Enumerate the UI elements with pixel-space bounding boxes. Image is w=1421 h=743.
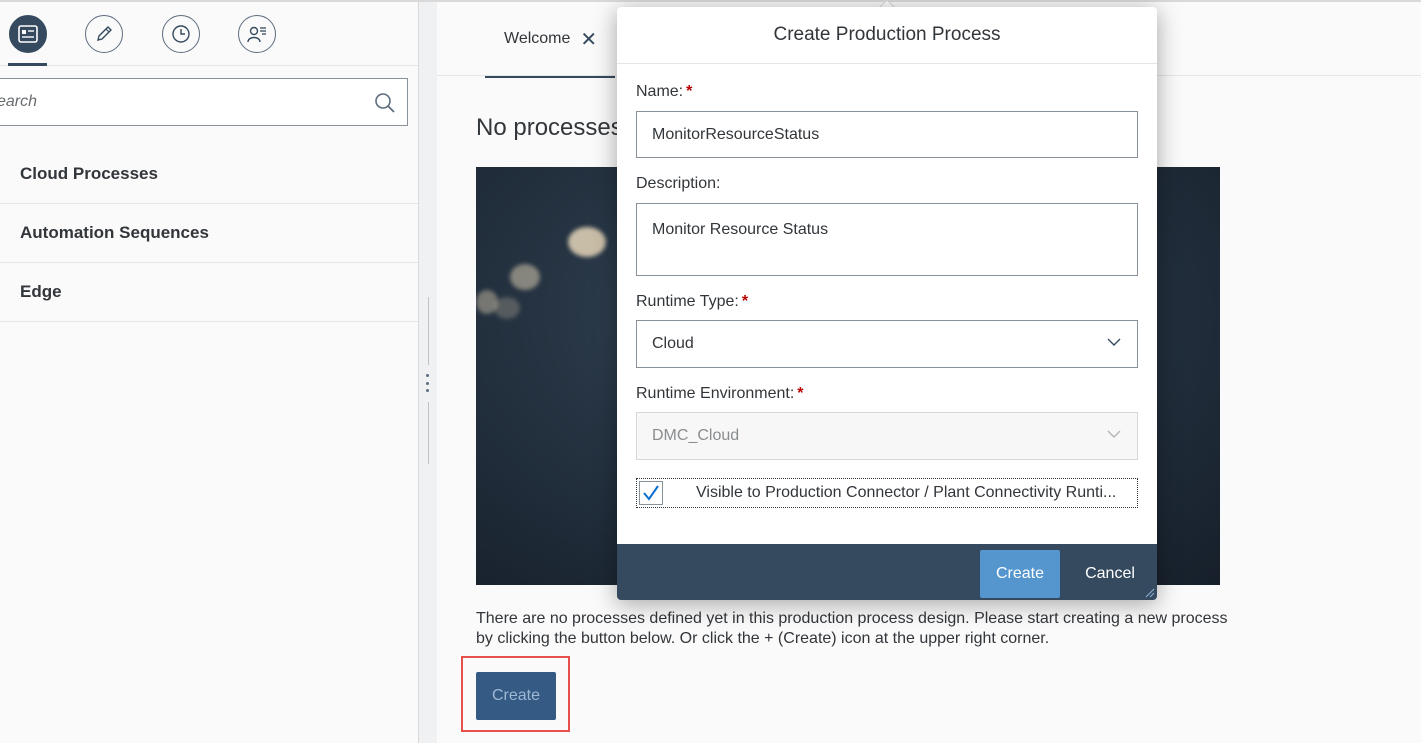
name-field[interactable]: MonitorResourceStatus <box>636 111 1138 158</box>
dialog-title: Create Production Process <box>617 7 1157 64</box>
runtime-env-value: DMC_Cloud <box>652 427 740 444</box>
splitter-bar <box>428 402 429 464</box>
required-marker: * <box>686 83 693 100</box>
name-label-text: Name: <box>636 83 684 100</box>
runtime-environment-select: DMC_Cloud <box>636 412 1138 460</box>
search-field <box>0 78 408 126</box>
dialog-cancel-button[interactable]: Cancel <box>1077 550 1143 598</box>
nav-item-label: Edge <box>20 282 62 301</box>
runtime-type-value: Cloud <box>652 335 694 352</box>
runtime-type-label: Runtime Type: * <box>636 293 748 311</box>
splitter-grip-icon[interactable] <box>426 374 430 392</box>
chevron-down-icon <box>1107 430 1121 438</box>
nav-item-automation-sequences[interactable]: Automation Sequences <box>0 204 418 263</box>
runtime-env-label-text: Runtime Environment: <box>636 385 795 402</box>
search-input[interactable] <box>0 79 359 125</box>
icon-tab-bar <box>0 2 418 66</box>
runtime-environment-label: Runtime Environment: * <box>636 385 804 403</box>
nav-item-edge[interactable]: Edge <box>0 263 418 322</box>
chevron-down-icon[interactable] <box>1107 337 1121 347</box>
user-settings-icon <box>247 26 266 43</box>
runtime-type-label-text: Runtime Type: <box>636 293 739 310</box>
panel-splitter[interactable] <box>418 2 437 743</box>
runtime-type-select[interactable]: Cloud <box>636 320 1138 368</box>
name-label: Name: * <box>636 83 692 101</box>
tab-process-list[interactable] <box>9 15 47 53</box>
checkmark-icon <box>643 485 659 501</box>
active-tab-indicator <box>8 63 47 66</box>
description-value: Monitor Resource Status <box>652 221 829 238</box>
tab-history[interactable] <box>162 15 200 53</box>
visible-to-connector-label: Visible to Production Connector / Plant … <box>696 484 1117 501</box>
highlight-annotation-box <box>461 656 570 732</box>
search-icon <box>375 93 395 113</box>
nav-item-label: Automation Sequences <box>20 223 209 242</box>
resize-handle-icon[interactable] <box>1145 588 1155 598</box>
pencil-icon <box>97 26 112 41</box>
left-panel: Cloud Processes Automation Sequences Edg… <box>0 2 418 743</box>
tab-welcome[interactable]: Welcome ✕ <box>485 2 616 78</box>
page-heading: No processes <box>476 114 623 141</box>
tab-edit[interactable] <box>85 15 123 53</box>
description-label: Description: <box>636 175 721 192</box>
clock-icon <box>172 25 190 43</box>
process-list-icon <box>18 25 38 43</box>
process-category-list: Cloud Processes Automation Sequences Edg… <box>0 145 418 322</box>
tab-user-settings[interactable] <box>238 15 276 53</box>
visible-to-connector-checkbox-row[interactable]: Visible to Production Connector / Plant … <box>636 478 1138 508</box>
close-icon[interactable]: ✕ <box>580 27 597 52</box>
tab-welcome-label: Welcome <box>504 30 571 47</box>
description-textarea[interactable]: Monitor Resource Status <box>636 203 1138 276</box>
empty-state-description: There are no processes defined yet in th… <box>476 610 1228 647</box>
required-marker: * <box>741 293 749 310</box>
search-button[interactable] <box>373 91 397 115</box>
dialog-footer: Create Cancel <box>617 544 1157 600</box>
visible-to-connector-checkbox[interactable] <box>639 481 663 505</box>
name-value: MonitorResourceStatus <box>652 125 820 143</box>
splitter-bar <box>428 297 429 365</box>
dialog-create-button[interactable]: Create <box>980 550 1060 598</box>
required-marker: * <box>797 385 804 402</box>
create-production-process-dialog: Create Production Process Name: * Monitor… <box>617 7 1157 600</box>
nav-item-cloud-processes[interactable]: Cloud Processes <box>0 145 418 204</box>
nav-item-label: Cloud Processes <box>20 164 158 183</box>
